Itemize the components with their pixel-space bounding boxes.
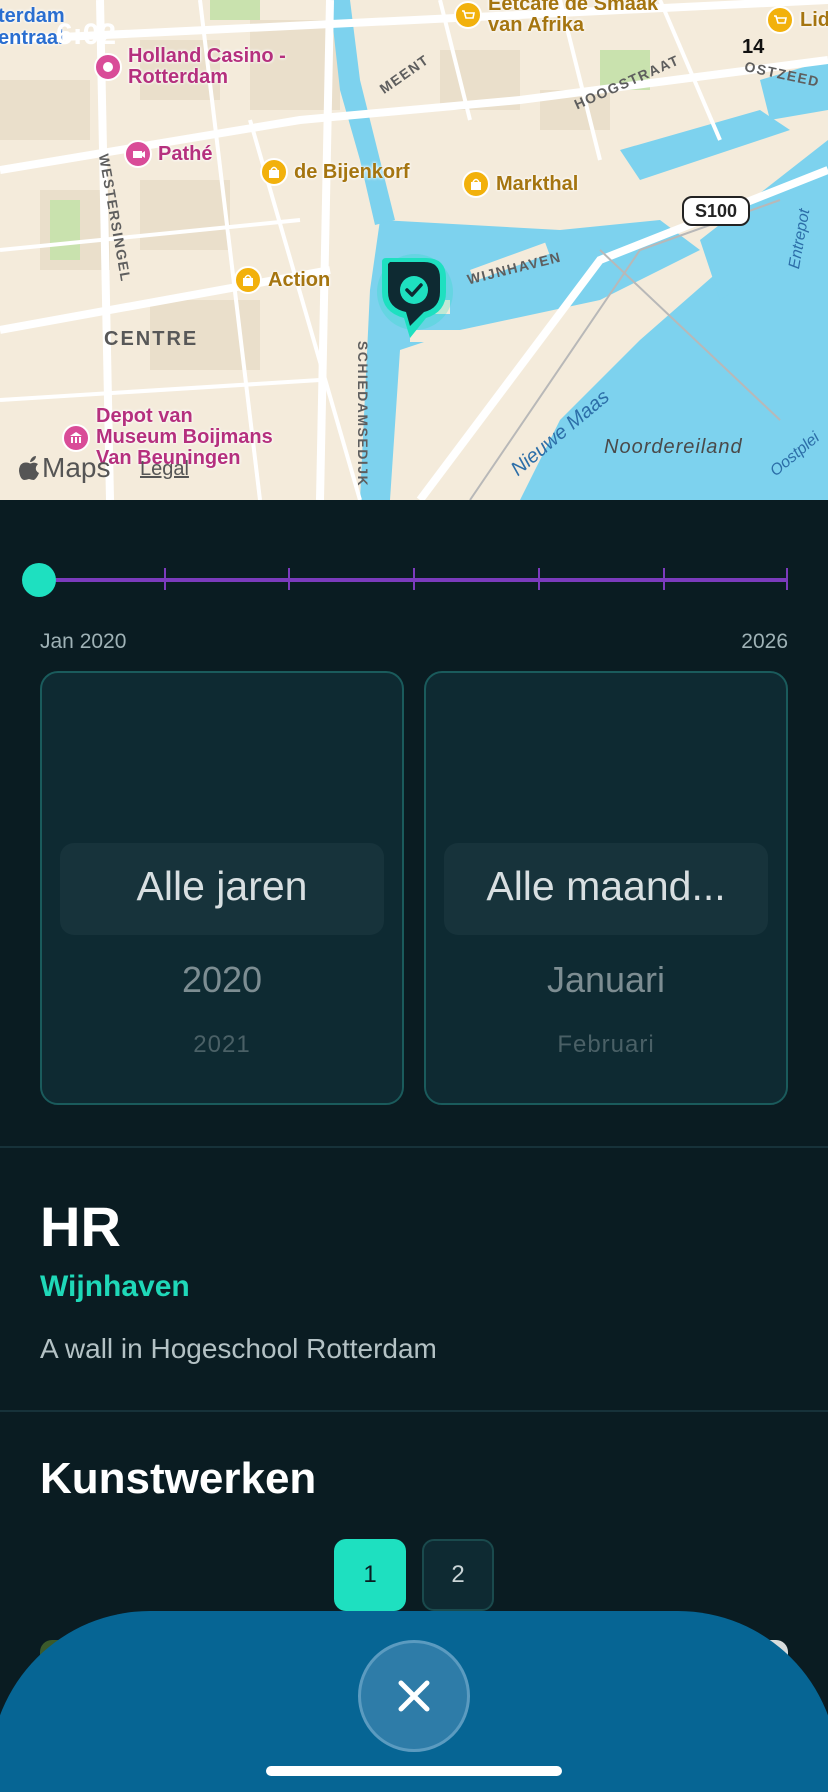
legal-link[interactable]: Legal xyxy=(140,458,189,481)
poi-lidl[interactable]: Lid xyxy=(766,6,828,34)
location-title: HR xyxy=(40,1195,121,1258)
divider xyxy=(0,1410,828,1412)
artworks-heading: Kunstwerken xyxy=(40,1454,317,1503)
timeline-end-label: 2026 xyxy=(741,630,788,653)
apple-logo-icon xyxy=(19,456,39,480)
timeline-tick xyxy=(288,568,290,590)
timeline-tick xyxy=(413,568,415,590)
year-option-selected[interactable]: Alle jaren xyxy=(42,863,402,910)
market-icon xyxy=(462,170,490,198)
close-button[interactable] xyxy=(358,1640,470,1752)
selected-location-marker[interactable] xyxy=(376,254,454,338)
location-description: A wall in Hogeschool Rotterdam xyxy=(40,1333,437,1364)
timeline-start-label: Jan 2020 xyxy=(40,630,127,653)
district-label: CENTRE xyxy=(104,328,199,350)
shopping-bag-icon xyxy=(260,158,288,186)
shopping-bag-icon xyxy=(234,266,262,294)
corner-label: terdam xyxy=(0,5,65,27)
location-subtitle: Wijnhaven xyxy=(40,1270,190,1303)
poi-markthal[interactable]: Markthal xyxy=(462,170,578,198)
poi-holland-casino[interactable]: Holland Casino - Rotterdam xyxy=(94,46,286,88)
maps-attribution: Maps xyxy=(18,452,110,484)
close-icon xyxy=(398,1680,430,1712)
timeline-tick xyxy=(164,568,166,590)
museum-icon xyxy=(62,423,90,452)
corner-label: entraal xyxy=(0,27,64,49)
casino-icon xyxy=(94,53,122,81)
year-option[interactable]: 2020 xyxy=(42,959,402,1001)
timeline-tick xyxy=(786,568,788,590)
page-button-1[interactable]: 1 xyxy=(334,1539,406,1611)
page-button-2[interactable]: 2 xyxy=(422,1539,494,1611)
shopping-cart-icon xyxy=(766,6,794,34)
poi-eetcafe[interactable]: Eetcafe de Smaak van Afrika xyxy=(454,0,658,36)
divider xyxy=(0,1146,828,1148)
island-label: Noordereiland xyxy=(604,436,743,458)
poi-bijenkorf[interactable]: de Bijenkorf xyxy=(260,158,410,186)
timeline-handle[interactable] xyxy=(22,563,56,597)
street-label: SCHIEDAMSEDIJK xyxy=(355,340,372,488)
road-shield: S100 xyxy=(682,196,750,226)
poi-pathe[interactable]: Pathé xyxy=(124,140,212,168)
date-timeline[interactable] xyxy=(40,568,788,590)
timeline-tick xyxy=(538,568,540,590)
battery-level: 14 xyxy=(742,36,765,58)
picker-fade xyxy=(426,1051,786,1103)
poi-action[interactable]: Action xyxy=(234,266,330,294)
year-picker[interactable]: Alle jaren 2020 2021 xyxy=(40,671,404,1105)
check-pin-icon xyxy=(377,254,453,338)
month-option[interactable]: Januari xyxy=(426,959,786,1001)
month-picker[interactable]: Alle maand... Januari Februari xyxy=(424,671,788,1105)
month-option-selected[interactable]: Alle maand... xyxy=(426,863,786,910)
home-indicator[interactable] xyxy=(266,1766,562,1776)
timeline-tick xyxy=(663,568,665,590)
shopping-cart-icon xyxy=(454,1,482,29)
map-view[interactable]: terdam entraal 6:02 14 Holland Casino -R… xyxy=(0,0,828,500)
cinema-icon xyxy=(124,140,152,168)
picker-fade xyxy=(42,1051,402,1103)
